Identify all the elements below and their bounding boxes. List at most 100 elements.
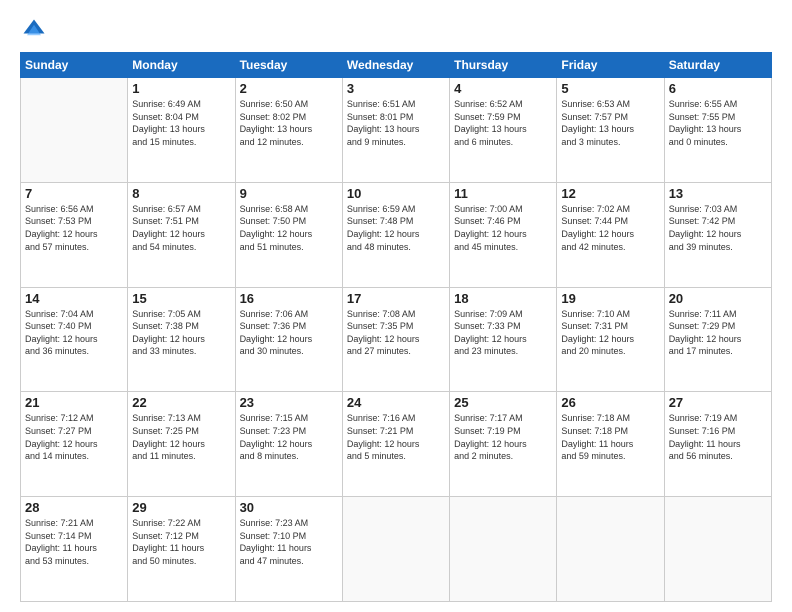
day-info: Sunrise: 7:09 AM Sunset: 7:33 PM Dayligh… bbox=[454, 308, 552, 358]
day-number: 1 bbox=[132, 81, 230, 96]
weekday-header-friday: Friday bbox=[557, 53, 664, 78]
day-info: Sunrise: 6:55 AM Sunset: 7:55 PM Dayligh… bbox=[669, 98, 767, 148]
day-number: 28 bbox=[25, 500, 123, 515]
day-number: 5 bbox=[561, 81, 659, 96]
day-info: Sunrise: 7:18 AM Sunset: 7:18 PM Dayligh… bbox=[561, 412, 659, 462]
day-number: 15 bbox=[132, 291, 230, 306]
weekday-header-tuesday: Tuesday bbox=[235, 53, 342, 78]
day-number: 26 bbox=[561, 395, 659, 410]
weekday-header-thursday: Thursday bbox=[450, 53, 557, 78]
day-info: Sunrise: 6:52 AM Sunset: 7:59 PM Dayligh… bbox=[454, 98, 552, 148]
day-number: 25 bbox=[454, 395, 552, 410]
day-number: 23 bbox=[240, 395, 338, 410]
calendar-cell: 20 Sunrise: 7:11 AM Sunset: 7:29 PM Dayli… bbox=[664, 287, 771, 392]
day-number: 27 bbox=[669, 395, 767, 410]
day-number: 2 bbox=[240, 81, 338, 96]
calendar-week-row: 28 Sunrise: 7:21 AM Sunset: 7:14 PM Dayli… bbox=[21, 497, 772, 602]
calendar-cell: 25 Sunrise: 7:17 AM Sunset: 7:19 PM Dayli… bbox=[450, 392, 557, 497]
calendar-cell: 15Sunrise: 7:05 AM Sunset: 7:38 PM Dayli… bbox=[128, 287, 235, 392]
calendar-cell: 17 Sunrise: 7:08 AM Sunset: 7:35 PM Dayli… bbox=[342, 287, 449, 392]
day-info: Sunrise: 7:10 AM Sunset: 7:31 PM Dayligh… bbox=[561, 308, 659, 358]
calendar-cell: 12 Sunrise: 7:02 AM Sunset: 7:44 PM Dayli… bbox=[557, 182, 664, 287]
calendar-week-row: 14 Sunrise: 7:04 AM Sunset: 7:40 PM Dayli… bbox=[21, 287, 772, 392]
calendar-cell: 28 Sunrise: 7:21 AM Sunset: 7:14 PM Dayli… bbox=[21, 497, 128, 602]
day-number: 21 bbox=[25, 395, 123, 410]
calendar-cell: 10 Sunrise: 6:59 AM Sunset: 7:48 PM Dayli… bbox=[342, 182, 449, 287]
calendar-week-row: 7Sunrise: 6:56 AM Sunset: 7:53 PM Daylig… bbox=[21, 182, 772, 287]
day-info: Sunrise: 6:56 AM Sunset: 7:53 PM Dayligh… bbox=[25, 203, 123, 253]
calendar-cell: 8 Sunrise: 6:57 AM Sunset: 7:51 PM Daylig… bbox=[128, 182, 235, 287]
day-number: 22 bbox=[132, 395, 230, 410]
calendar-cell: 21 Sunrise: 7:12 AM Sunset: 7:27 PM Dayli… bbox=[21, 392, 128, 497]
day-info: Sunrise: 7:06 AM Sunset: 7:36 PM Dayligh… bbox=[240, 308, 338, 358]
weekday-header-wednesday: Wednesday bbox=[342, 53, 449, 78]
calendar-cell: 13 Sunrise: 7:03 AM Sunset: 7:42 PM Dayli… bbox=[664, 182, 771, 287]
day-info: Sunrise: 7:08 AM Sunset: 7:35 PM Dayligh… bbox=[347, 308, 445, 358]
calendar-cell: 2 Sunrise: 6:50 AM Sunset: 8:02 PM Daylig… bbox=[235, 78, 342, 183]
day-number: 13 bbox=[669, 186, 767, 201]
calendar-cell: 23 Sunrise: 7:15 AM Sunset: 7:23 PM Dayli… bbox=[235, 392, 342, 497]
day-info: Sunrise: 7:11 AM Sunset: 7:29 PM Dayligh… bbox=[669, 308, 767, 358]
day-number: 6 bbox=[669, 81, 767, 96]
day-info: Sunrise: 7:02 AM Sunset: 7:44 PM Dayligh… bbox=[561, 203, 659, 253]
calendar-week-row: 21 Sunrise: 7:12 AM Sunset: 7:27 PM Dayli… bbox=[21, 392, 772, 497]
calendar-cell: 9 Sunrise: 6:58 AM Sunset: 7:50 PM Daylig… bbox=[235, 182, 342, 287]
day-info: Sunrise: 6:53 AM Sunset: 7:57 PM Dayligh… bbox=[561, 98, 659, 148]
calendar-cell: 18Sunrise: 7:09 AM Sunset: 7:33 PM Dayli… bbox=[450, 287, 557, 392]
day-info: Sunrise: 7:03 AM Sunset: 7:42 PM Dayligh… bbox=[669, 203, 767, 253]
day-number: 17 bbox=[347, 291, 445, 306]
calendar-cell bbox=[664, 497, 771, 602]
day-info: Sunrise: 6:51 AM Sunset: 8:01 PM Dayligh… bbox=[347, 98, 445, 148]
day-number: 4 bbox=[454, 81, 552, 96]
calendar-cell: 26 Sunrise: 7:18 AM Sunset: 7:18 PM Dayli… bbox=[557, 392, 664, 497]
day-info: Sunrise: 7:22 AM Sunset: 7:12 PM Dayligh… bbox=[132, 517, 230, 567]
calendar-cell: 30 Sunrise: 7:23 AM Sunset: 7:10 PM Dayli… bbox=[235, 497, 342, 602]
day-number: 29 bbox=[132, 500, 230, 515]
day-info: Sunrise: 6:57 AM Sunset: 7:51 PM Dayligh… bbox=[132, 203, 230, 253]
day-info: Sunrise: 7:13 AM Sunset: 7:25 PM Dayligh… bbox=[132, 412, 230, 462]
day-info: Sunrise: 7:04 AM Sunset: 7:40 PM Dayligh… bbox=[25, 308, 123, 358]
calendar-table: SundayMondayTuesdayWednesdayThursdayFrid… bbox=[20, 52, 772, 602]
weekday-header-monday: Monday bbox=[128, 53, 235, 78]
day-info: Sunrise: 7:16 AM Sunset: 7:21 PM Dayligh… bbox=[347, 412, 445, 462]
calendar-cell: 22 Sunrise: 7:13 AM Sunset: 7:25 PM Dayli… bbox=[128, 392, 235, 497]
calendar-cell: 7Sunrise: 6:56 AM Sunset: 7:53 PM Daylig… bbox=[21, 182, 128, 287]
day-info: Sunrise: 6:50 AM Sunset: 8:02 PM Dayligh… bbox=[240, 98, 338, 148]
calendar-cell: 14 Sunrise: 7:04 AM Sunset: 7:40 PM Dayli… bbox=[21, 287, 128, 392]
day-info: Sunrise: 7:23 AM Sunset: 7:10 PM Dayligh… bbox=[240, 517, 338, 567]
header bbox=[20, 16, 772, 44]
weekday-header-sunday: Sunday bbox=[21, 53, 128, 78]
day-info: Sunrise: 6:58 AM Sunset: 7:50 PM Dayligh… bbox=[240, 203, 338, 253]
day-number: 11 bbox=[454, 186, 552, 201]
calendar-cell: 6 Sunrise: 6:55 AM Sunset: 7:55 PM Daylig… bbox=[664, 78, 771, 183]
day-info: Sunrise: 7:15 AM Sunset: 7:23 PM Dayligh… bbox=[240, 412, 338, 462]
calendar-cell: 5 Sunrise: 6:53 AM Sunset: 7:57 PM Daylig… bbox=[557, 78, 664, 183]
day-info: Sunrise: 6:49 AM Sunset: 8:04 PM Dayligh… bbox=[132, 98, 230, 148]
day-info: Sunrise: 7:19 AM Sunset: 7:16 PM Dayligh… bbox=[669, 412, 767, 462]
calendar-cell: 29 Sunrise: 7:22 AM Sunset: 7:12 PM Dayli… bbox=[128, 497, 235, 602]
calendar-cell bbox=[21, 78, 128, 183]
day-number: 8 bbox=[132, 186, 230, 201]
weekday-header-saturday: Saturday bbox=[664, 53, 771, 78]
day-number: 24 bbox=[347, 395, 445, 410]
day-info: Sunrise: 7:00 AM Sunset: 7:46 PM Dayligh… bbox=[454, 203, 552, 253]
day-number: 14 bbox=[25, 291, 123, 306]
calendar-cell: 4 Sunrise: 6:52 AM Sunset: 7:59 PM Daylig… bbox=[450, 78, 557, 183]
calendar-cell bbox=[450, 497, 557, 602]
day-info: Sunrise: 6:59 AM Sunset: 7:48 PM Dayligh… bbox=[347, 203, 445, 253]
day-number: 30 bbox=[240, 500, 338, 515]
logo bbox=[20, 16, 52, 44]
weekday-header-row: SundayMondayTuesdayWednesdayThursdayFrid… bbox=[21, 53, 772, 78]
day-info: Sunrise: 7:21 AM Sunset: 7:14 PM Dayligh… bbox=[25, 517, 123, 567]
day-number: 10 bbox=[347, 186, 445, 201]
day-info: Sunrise: 7:12 AM Sunset: 7:27 PM Dayligh… bbox=[25, 412, 123, 462]
day-number: 12 bbox=[561, 186, 659, 201]
calendar-cell bbox=[557, 497, 664, 602]
calendar-cell: 11 Sunrise: 7:00 AM Sunset: 7:46 PM Dayli… bbox=[450, 182, 557, 287]
day-info: Sunrise: 7:17 AM Sunset: 7:19 PM Dayligh… bbox=[454, 412, 552, 462]
day-number: 3 bbox=[347, 81, 445, 96]
calendar-cell: 27 Sunrise: 7:19 AM Sunset: 7:16 PM Dayli… bbox=[664, 392, 771, 497]
day-number: 9 bbox=[240, 186, 338, 201]
page: SundayMondayTuesdayWednesdayThursdayFrid… bbox=[0, 0, 792, 612]
day-number: 20 bbox=[669, 291, 767, 306]
